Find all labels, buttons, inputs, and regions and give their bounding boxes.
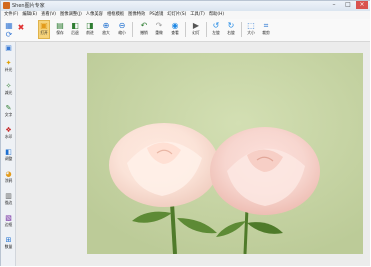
menu-ps-filter[interactable]: PS滤镜 (149, 11, 163, 19)
view-button[interactable]: ◉ 查看 (169, 21, 181, 36)
sidebar-item-adjust[interactable]: ◧ 调整 (2, 148, 15, 161)
sidebar-item-icon-only[interactable]: ▣ (2, 44, 15, 52)
sidebar-item-stroke[interactable]: ▥ 描边 (2, 192, 15, 205)
text-icon: ✎ (5, 104, 12, 112)
folder-open-icon: ▣ (40, 21, 48, 30)
back-icon: ◧ (71, 21, 79, 30)
window-title: Shen图片专家 (12, 3, 45, 9)
zoom-in-icon: ⊕ (102, 21, 110, 30)
palette-icon: ◕ (5, 170, 12, 178)
undo-icon: ↶ (140, 21, 148, 30)
menu-slideshow[interactable]: 幻灯片(S) (167, 11, 186, 19)
brighten-icon: ✦ (5, 59, 12, 67)
sidebar-item-text[interactable]: ✎ 文字 (2, 104, 15, 117)
menu-portrait[interactable]: 人像美容 (86, 11, 103, 19)
menu-bar: 文件(F) 编辑(E) 查看(V) 图像调整(J) 人像美容 相框模板 图像特效… (1, 11, 370, 19)
forward-button[interactable]: ◨ 前进 (84, 21, 96, 36)
open-button[interactable]: ▣ 打开 (38, 20, 50, 39)
title-bar: Shen图片专家 – □ × (1, 1, 370, 11)
view-icon: ◉ (171, 21, 179, 30)
crop-icon: ⌗ (263, 21, 269, 30)
sidebar-item-reduce-light[interactable]: ✧ 减光 (2, 82, 15, 95)
delete-button[interactable]: ✖ (15, 23, 27, 32)
border-icon: ▧ (5, 214, 12, 222)
adjust-icon: ◧ (5, 148, 12, 156)
refresh-icon: ⟳ (5, 30, 13, 39)
zoom-out-icon: ⊖ (118, 21, 126, 30)
menu-frame[interactable]: 相框模板 (107, 11, 124, 19)
save-button[interactable]: ▤ 保存 (54, 21, 66, 36)
toolbar-left-group: ▦ ⟳ (3, 21, 15, 39)
minimize-button[interactable]: – (328, 1, 340, 9)
slideshow-icon: ▶ (192, 21, 200, 30)
forward-icon: ◨ (86, 21, 94, 30)
sidebar-item-count[interactable]: ⊞ 数量 (2, 236, 15, 249)
menu-tools[interactable]: 工具(T) (190, 11, 205, 19)
toolbar-separator (185, 22, 186, 37)
sidebar-item-watermark[interactable]: ❖ 水印 (2, 126, 15, 139)
sidebar-item-fill-light[interactable]: ✦ 补光 (2, 59, 15, 72)
menu-image-adjust[interactable]: 图像调整(J) (60, 11, 82, 19)
toolbar: ▦ ⟳ ✖ ▣ 打开 ▤ 保存 ◧ 后退 ◨ 前进 ⊕ 放大 ⊖ 缩小 ↶ 撤销… (1, 19, 370, 42)
menu-effects[interactable]: 图像特效 (128, 11, 145, 19)
save-icon: ▤ (56, 21, 64, 30)
image-icon: ▦ (5, 21, 13, 30)
toolbar-separator (206, 22, 207, 37)
rotate-right-icon: ↻ (227, 21, 235, 30)
menu-help[interactable]: 帮助(H) (209, 11, 224, 19)
menu-view[interactable]: 查看(V) (41, 11, 56, 19)
toolbar-separator (241, 22, 242, 37)
rotate-right-button[interactable]: ↻ 右旋 (225, 21, 237, 36)
stroke-icon: ▥ (5, 192, 12, 200)
rose-photo (87, 53, 363, 254)
redo-button[interactable]: ↷ 重做 (153, 21, 165, 36)
watermark-icon: ❖ (5, 126, 12, 134)
zoom-in-button[interactable]: ⊕ 放大 (100, 21, 112, 36)
zoom-out-button[interactable]: ⊖ 缩小 (116, 21, 128, 36)
maximize-button[interactable]: □ (342, 1, 354, 9)
back-button[interactable]: ◧ 后退 (69, 21, 81, 36)
picture-icon: ▣ (5, 44, 12, 52)
menu-edit[interactable]: 编辑(E) (22, 11, 37, 19)
sidebar-item-doodle[interactable]: ◕ 涂鸦 (2, 170, 15, 183)
rotate-left-button[interactable]: ↺ 左旋 (210, 21, 222, 36)
tool-sidebar: ▣ ✦ 补光 ✧ 减光 ✎ 文字 ❖ 水印 ◧ 调整 ◕ 涂鸦 ▥ 描边 ▧ 边… (1, 42, 16, 266)
close-button[interactable]: × (356, 1, 368, 9)
darken-icon: ✧ (5, 82, 12, 90)
crop-button[interactable]: ⌗ 裁剪 (260, 21, 272, 36)
app-logo-icon (3, 2, 10, 9)
menu-file[interactable]: 文件(F) (4, 11, 18, 19)
delete-icon: ✖ (17, 23, 25, 32)
count-icon: ⊞ (5, 236, 12, 244)
resize-button[interactable]: ⬚ 大小 (245, 21, 257, 36)
resize-icon: ⬚ (247, 21, 255, 30)
rotate-left-icon: ↺ (212, 21, 220, 30)
sidebar-item-border[interactable]: ▧ 边框 (2, 214, 15, 227)
undo-button[interactable]: ↶ 撤销 (138, 21, 150, 36)
toolbar-separator (132, 22, 133, 37)
slideshow-button[interactable]: ▶ 幻灯 (190, 21, 202, 36)
redo-icon: ↷ (155, 21, 163, 30)
